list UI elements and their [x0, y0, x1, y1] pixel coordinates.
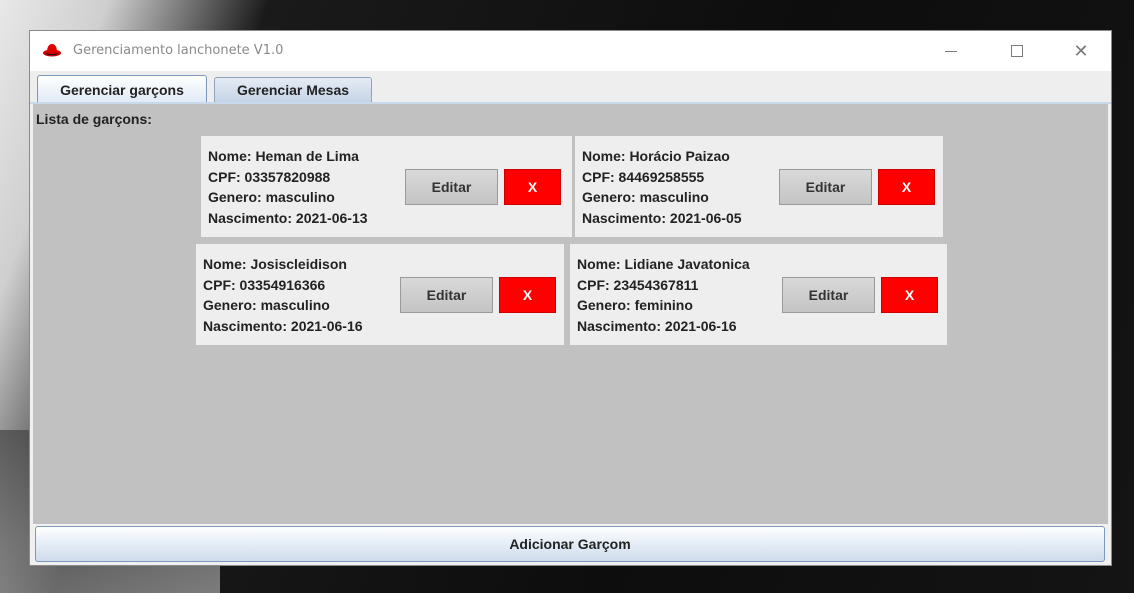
waiter-cpf: CPF: 84469258555	[582, 168, 705, 185]
red-hat-icon	[43, 44, 61, 57]
edit-button[interactable]: Editar	[779, 169, 872, 205]
waiter-name: Nome: Heman de Lima	[208, 148, 359, 164]
waiter-gender: Genero: feminino	[577, 297, 693, 313]
waiter-gender: Genero: masculino	[208, 189, 335, 205]
edit-button[interactable]: Editar	[782, 277, 875, 313]
waiter-info: Nome: Lidiane Javatonica CPF: 2345436781…	[577, 254, 750, 336]
waiter-birthdate: Nascimento: 2021-06-16	[577, 317, 737, 334]
edit-button[interactable]: Editar	[405, 169, 498, 205]
tab-gerenciar-garcons[interactable]: Gerenciar garçons	[37, 75, 207, 103]
waiter-cpf: CPF: 23454367811	[577, 276, 699, 293]
maximize-button[interactable]	[994, 31, 1040, 71]
minimize-button[interactable]	[928, 31, 974, 71]
waiter-info: Nome: Horácio Paizao CPF: 84469258555 Ge…	[582, 146, 742, 228]
waiter-name: Nome: Josiscleidison	[203, 256, 347, 272]
waiter-card: Nome: Lidiane Javatonica CPF: 2345436781…	[570, 244, 947, 345]
list-heading: Lista de garçons:	[36, 111, 152, 127]
waiter-birthdate: Nascimento: 2021-06-16	[203, 317, 363, 334]
app-window: Gerenciamento lanchonete V1.0 ✕ Gerencia…	[29, 30, 1112, 566]
maximize-icon	[1011, 45, 1023, 57]
waiter-gender: Genero: masculino	[582, 189, 709, 205]
close-icon: ✕	[1073, 40, 1089, 62]
waiter-birthdate: Nascimento: 2021-06-13	[208, 209, 368, 226]
waiter-card: Nome: Horácio Paizao CPF: 84469258555 Ge…	[575, 136, 943, 237]
waiter-info: Nome: Josiscleidison CPF: 03354916366 Ge…	[203, 254, 363, 336]
delete-button[interactable]: X	[878, 169, 935, 205]
tab-strip: Gerenciar garçons Gerenciar Mesas	[30, 71, 1111, 103]
edit-button[interactable]: Editar	[400, 277, 493, 313]
delete-button[interactable]: X	[504, 169, 561, 205]
waiter-cpf: CPF: 03357820988	[208, 168, 331, 185]
delete-button[interactable]: X	[499, 277, 556, 313]
close-button[interactable]: ✕	[1058, 31, 1104, 71]
waiter-card: Nome: Josiscleidison CPF: 03354916366 Ge…	[196, 244, 564, 345]
minimize-icon	[945, 50, 957, 52]
waiter-name: Nome: Lidiane Javatonica	[577, 256, 750, 272]
window-title: Gerenciamento lanchonete V1.0	[73, 43, 284, 58]
waiter-birthdate: Nascimento: 2021-06-05	[582, 209, 742, 226]
waiter-name: Nome: Horácio Paizao	[582, 148, 730, 164]
title-bar[interactable]: Gerenciamento lanchonete V1.0 ✕	[30, 31, 1111, 71]
delete-button[interactable]: X	[881, 277, 938, 313]
add-waiter-button[interactable]: Adicionar Garçom	[35, 526, 1105, 562]
waiter-card: Nome: Heman de Lima CPF: 03357820988 Gen…	[201, 136, 572, 237]
tab-gerenciar-mesas[interactable]: Gerenciar Mesas	[214, 77, 372, 102]
waiter-cpf: CPF: 03354916366	[203, 276, 326, 293]
waiter-gender: Genero: masculino	[203, 297, 330, 313]
waiter-list-panel: Lista de garçons: Nome: Heman de Lima CP…	[33, 104, 1108, 524]
waiter-info: Nome: Heman de Lima CPF: 03357820988 Gen…	[208, 146, 368, 228]
